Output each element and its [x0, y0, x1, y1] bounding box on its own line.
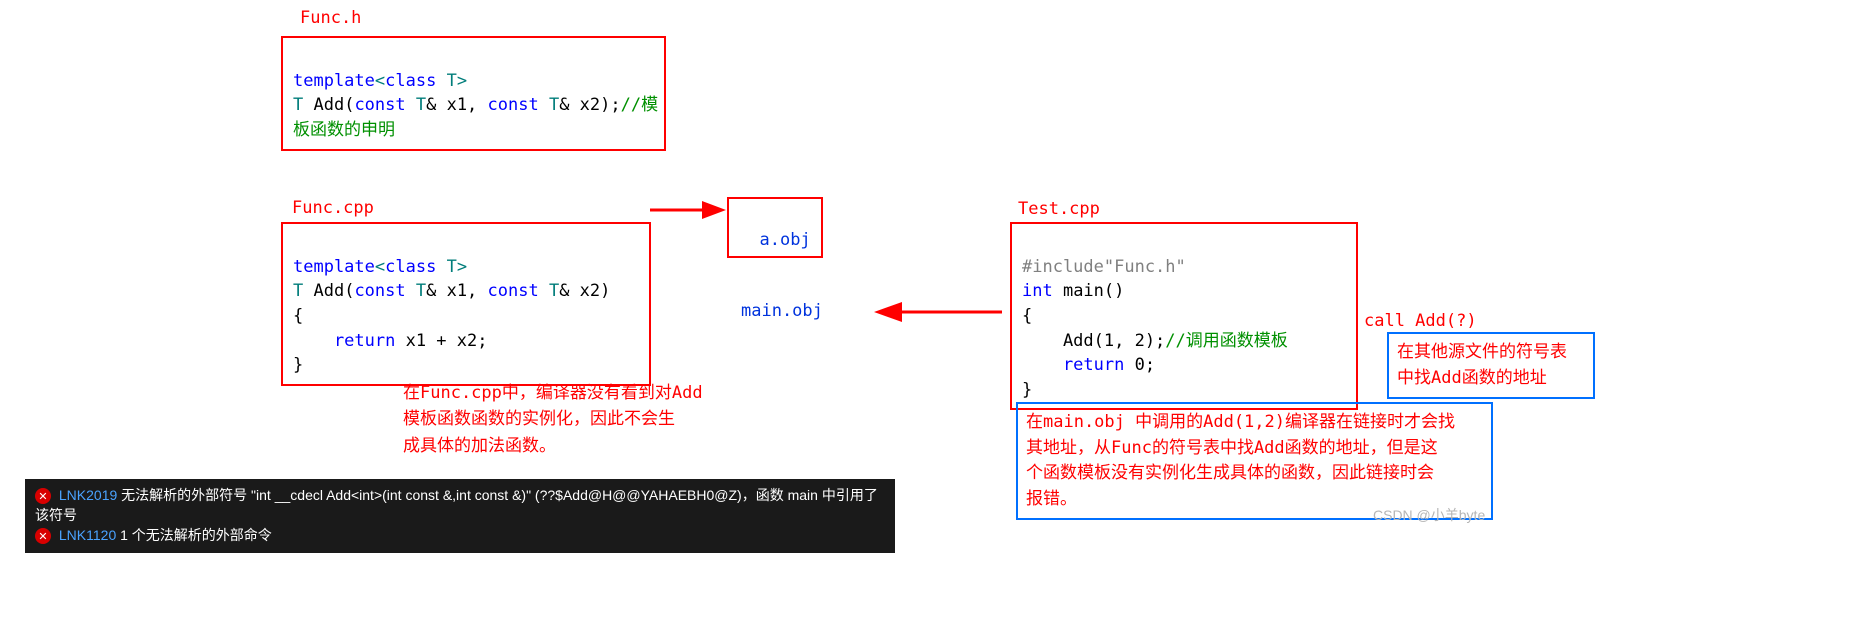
testcpp-title: Test.cpp [1018, 199, 1100, 219]
error-code-1: LNK2019 [59, 487, 117, 503]
code-token: T [539, 281, 559, 301]
code-token: template [293, 71, 375, 91]
funccpp-title: Func.cpp [292, 198, 374, 218]
code-token: } [1022, 380, 1032, 400]
code-token: #include"Func.h" [1022, 257, 1186, 277]
arrow-funccpp-to-aobj [648, 195, 728, 225]
error-icon: ✕ [35, 488, 51, 504]
code-token: < [375, 257, 385, 277]
code-token: Add( [303, 281, 354, 301]
watermark: CSDN @小羊byte [1373, 505, 1485, 525]
code-token: //调用函数模板 [1165, 331, 1287, 351]
code-token: class [385, 71, 436, 91]
error-code-2: LNK1120 [59, 527, 116, 543]
code-token: Add(1, 2); [1022, 331, 1165, 351]
code-token: T [436, 71, 456, 91]
symbol-table-note: 在其他源文件的符号表 中找Add函数的地址 [1387, 332, 1595, 399]
code-token: > [457, 71, 467, 91]
code-token: const [488, 281, 539, 301]
error-row-1: ✕ LNK2019 无法解析的外部符号 "int __cdecl Add<int… [35, 485, 885, 525]
aobj-label: a.obj [759, 230, 810, 250]
code-token: class [385, 257, 436, 277]
code-token: const [354, 281, 405, 301]
testcpp-codebox: #include"Func.h" int main() { Add(1, 2);… [1010, 222, 1358, 410]
funch-title: Func.h [300, 8, 361, 28]
code-token: return [1022, 355, 1124, 375]
funccpp-codebox: template<class T> T Add(const T& x1, con… [281, 222, 651, 386]
code-token: T [406, 281, 426, 301]
code-token: //模 [621, 95, 658, 115]
code-token: T [293, 95, 303, 115]
code-token: x1 + x2; [395, 331, 487, 351]
arrow-testcpp-to-mainobj [870, 297, 1005, 327]
code-token: { [1022, 306, 1032, 326]
code-token: T [436, 257, 456, 277]
code-token: main() [1053, 281, 1125, 301]
error-msg-2: 1 个无法解析的外部命令 [120, 527, 272, 543]
code-token: T [293, 281, 303, 301]
error-panel: ✕ LNK2019 无法解析的外部符号 "int __cdecl Add<int… [25, 479, 895, 553]
code-token: > [457, 257, 467, 277]
code-token: < [375, 71, 385, 91]
code-token: & x2); [559, 95, 620, 115]
code-token: 0; [1124, 355, 1155, 375]
code-token: T [539, 95, 559, 115]
code-token: Add( [303, 95, 354, 115]
error-msg-1: 无法解析的外部符号 "int __cdecl Add<int>(int cons… [35, 487, 878, 523]
code-token: & x1, [426, 281, 487, 301]
mainobj-label: main.obj [741, 301, 823, 321]
funch-codebox: template<class T> T Add(const T& x1, con… [281, 36, 666, 151]
code-token: return [293, 331, 395, 351]
code-token: const [488, 95, 539, 115]
code-token: T [406, 95, 426, 115]
code-token: } [293, 355, 303, 375]
code-token: & x2) [559, 281, 610, 301]
main-obj-note: 在main.obj 中调用的Add(1,2)编译器在链接时才会找 其地址，从Fu… [1016, 402, 1493, 520]
code-token: int [1022, 281, 1053, 301]
aobj-box: a.obj [727, 197, 823, 258]
code-token: & x1, [426, 95, 487, 115]
code-token: 板函数的申明 [293, 120, 395, 140]
code-token: template [293, 257, 375, 277]
error-icon: ✕ [35, 528, 51, 544]
call-add-label: call Add(?) [1364, 311, 1477, 331]
error-row-2: ✕ LNK1120 1 个无法解析的外部命令 [35, 525, 885, 545]
code-token: const [354, 95, 405, 115]
code-token: { [293, 306, 303, 326]
funccpp-note: 在Func.cpp中，编译器没有看到对Add 模板函数函数的实例化，因此不会生 … [403, 380, 753, 459]
